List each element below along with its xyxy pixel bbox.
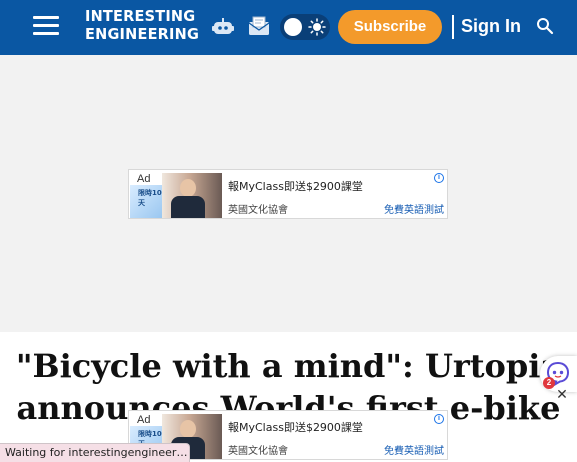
hamburger-menu-icon[interactable] bbox=[33, 16, 59, 36]
logo-line-2: ENGINEERING bbox=[85, 26, 200, 44]
ad-banner-top[interactable]: 限時10天 Ad 報MyClass即送$2900課堂 英國文化協會 免費英語測試… bbox=[128, 169, 448, 219]
headline-line-1: "Bicycle with a mind": Urtopia bbox=[15, 347, 562, 385]
info-icon[interactable]: i bbox=[434, 173, 444, 183]
theme-toggle[interactable] bbox=[280, 14, 330, 40]
search-icon[interactable] bbox=[536, 17, 554, 35]
ad-thumbnail: 限時10天 bbox=[130, 185, 162, 218]
ad-badge: 限時10天 bbox=[138, 189, 162, 207]
ad-cta-link[interactable]: 免費英語測試 bbox=[384, 201, 444, 216]
sign-in-link[interactable]: Sign In bbox=[461, 14, 521, 38]
sun-icon bbox=[308, 18, 326, 36]
ad-title: 報MyClass即送$2900課堂 bbox=[228, 421, 363, 434]
page: INTERESTING ENGINEERING Subscribe Sign I… bbox=[0, 0, 577, 462]
logo-line-1: INTERESTING bbox=[85, 8, 196, 26]
site-header: INTERESTING ENGINEERING Subscribe Sign I… bbox=[0, 0, 577, 55]
ad-label: Ad bbox=[137, 414, 151, 426]
ad-person-image bbox=[162, 173, 222, 218]
ad-label: Ad bbox=[137, 173, 151, 185]
subscribe-button[interactable]: Subscribe bbox=[338, 10, 442, 44]
info-icon[interactable]: i bbox=[434, 414, 444, 424]
robot-icon[interactable] bbox=[211, 17, 235, 37]
toggle-knob bbox=[284, 18, 302, 36]
site-logo[interactable]: INTERESTING ENGINEERING bbox=[85, 8, 200, 45]
close-icon[interactable]: ✕ bbox=[554, 387, 570, 403]
browser-status-bar: Waiting for interestingengineeri... bbox=[0, 443, 190, 462]
header-divider bbox=[452, 15, 454, 39]
ad-title: 報MyClass即送$2900課堂 bbox=[228, 180, 363, 193]
mail-icon[interactable] bbox=[248, 16, 270, 36]
ad-company: 英國文化協會 bbox=[228, 205, 288, 216]
ad-cta-link[interactable]: 免費英語測試 bbox=[384, 442, 444, 457]
ad-company: 英國文化協會 bbox=[228, 446, 288, 457]
